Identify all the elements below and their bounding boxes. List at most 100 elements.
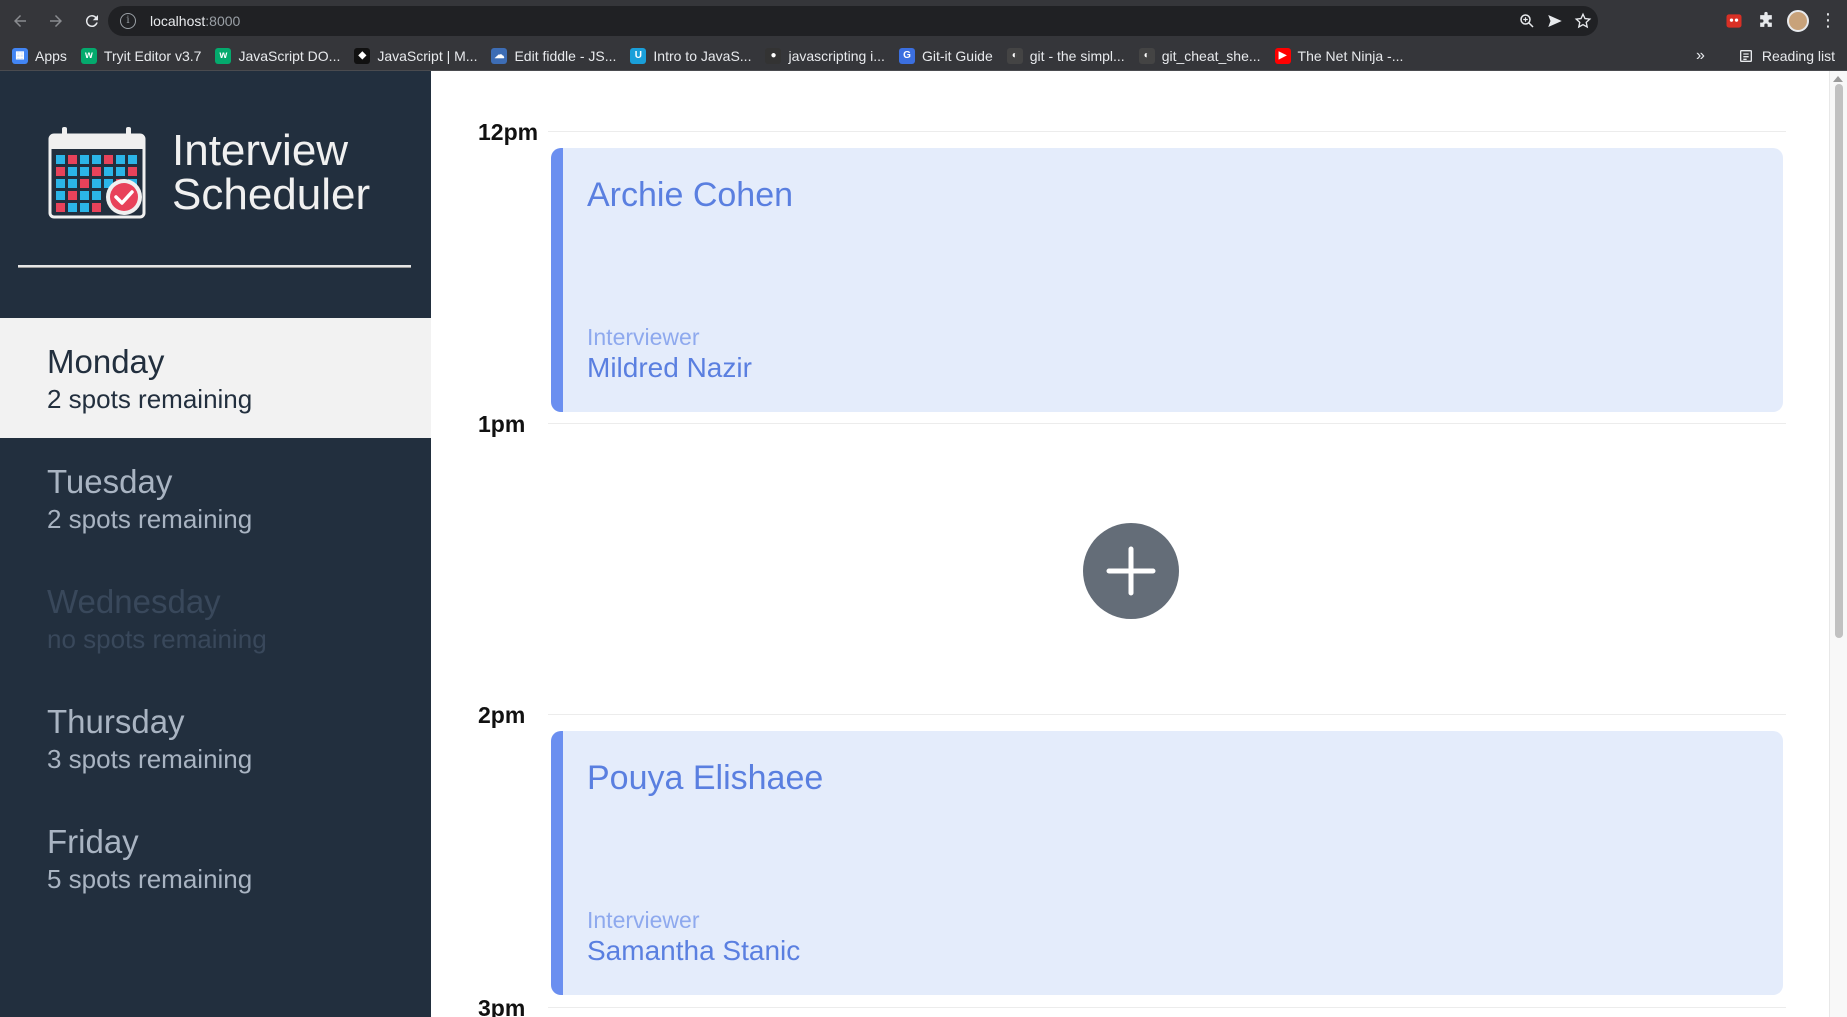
- bookmark-favicon-icon: U: [630, 47, 647, 64]
- time-label: 12pm: [478, 119, 539, 145]
- appointment-card[interactable]: Pouya Elishaee Interviewer Samantha Stan…: [551, 731, 1783, 995]
- arrow-right-icon: [50, 14, 62, 27]
- day-name: Thursday: [47, 703, 185, 740]
- menu-kebab-icon[interactable]: ⋮: [1819, 11, 1837, 30]
- bookmark-label: git_cheat_she...: [1161, 47, 1261, 64]
- interviewer-name: Samantha Stanic: [587, 935, 801, 966]
- reading-list-button[interactable]: Reading list: [1738, 41, 1835, 71]
- bookmark-favicon-icon: ☁: [491, 47, 508, 64]
- omnibox-actions: [1518, 6, 1592, 36]
- bookmarks-overflow-button[interactable]: »: [1696, 41, 1705, 71]
- bookmark-item[interactable]: G Git-it Guide: [898, 42, 1001, 70]
- app-logo: Interview Scheduler: [48, 125, 370, 221]
- bookmark-label: JavaScript | M...: [377, 47, 478, 64]
- time-slot-header: 12pm: [478, 119, 1798, 149]
- bookmark-item[interactable]: U Intro to JavaS...: [630, 42, 759, 70]
- sidebar-divider: [18, 265, 411, 268]
- address-bar[interactable]: i localhost:8000: [108, 6, 1598, 36]
- spots-remaining: 3 spots remaining: [47, 744, 253, 774]
- star-icon[interactable]: [1574, 12, 1592, 30]
- bookmark-item[interactable]: ◆ JavaScript | M...: [354, 42, 485, 70]
- time-divider: [548, 714, 1786, 715]
- bookmark-item[interactable]: ◐ git - the simpl...: [1006, 42, 1133, 70]
- bookmark-item[interactable]: ● javascripting i...: [765, 42, 892, 70]
- day-list: Monday 2 spots remaining Tuesday 2 spots re…: [0, 318, 431, 918]
- bookmark-label: Apps: [35, 47, 67, 64]
- send-icon[interactable]: [1546, 12, 1564, 30]
- browser-toolbar: i localhost:8000 ⋮: [0, 0, 1847, 41]
- day-name: Tuesday: [47, 463, 173, 500]
- bookmark-favicon-icon: G: [898, 47, 915, 64]
- reading-list-icon: [1739, 50, 1752, 62]
- bookmark-label: javascripting i...: [788, 47, 885, 64]
- bookmark-favicon-icon: ▶: [1274, 47, 1291, 64]
- bookmark-label: git - the simpl...: [1029, 47, 1125, 64]
- student-name: Pouya Elishaee: [587, 759, 824, 797]
- arrow-left-icon: [14, 14, 26, 27]
- profile-avatar[interactable]: [1787, 9, 1809, 32]
- back-button[interactable]: [4, 5, 36, 37]
- time-divider: [548, 1007, 1786, 1008]
- time-slot-header: 1pm: [478, 411, 1798, 441]
- day-item-wednesday[interactable]: Wednesday no spots remaining: [0, 558, 431, 678]
- day-name: Wednesday: [47, 583, 221, 620]
- bookmark-favicon-icon: w: [80, 47, 97, 64]
- bookmark-favicon-icon: ▦: [12, 47, 28, 64]
- bookmark-label: The Net Ninja -...: [1297, 47, 1404, 64]
- schedule-main: 12pm Archie Cohen Interviewer Mildred Na…: [431, 71, 1829, 1017]
- bookmark-favicon-icon: ◐: [1006, 47, 1023, 64]
- bookmark-label: Tryit Editor v3.7: [103, 47, 202, 64]
- toolbar-extensions: ⋮: [1723, 0, 1847, 41]
- app-title-line-1: Interview: [172, 126, 349, 175]
- day-item-thursday[interactable]: Thursday 3 spots remaining: [0, 678, 431, 798]
- puzzle-icon[interactable]: [1755, 10, 1777, 32]
- bookmark-label: JavaScript DO...: [238, 47, 341, 64]
- bookmark-item[interactable]: ☁ Edit fiddle - JS...: [491, 42, 624, 70]
- bookmark-item[interactable]: w JavaScript DO...: [215, 42, 348, 70]
- interviewer-label: Interviewer: [587, 324, 700, 350]
- bookmark-label: Git-it Guide: [921, 47, 993, 64]
- bookmark-item[interactable]: ▦ Apps: [12, 42, 75, 70]
- reading-list-label: Reading list: [1761, 48, 1835, 64]
- add-appointment-button[interactable]: [1083, 523, 1179, 619]
- calendar-logo-icon: [48, 127, 146, 219]
- plus-icon: [1106, 546, 1156, 596]
- scroll-up-arrow-icon[interactable]: [1833, 76, 1843, 82]
- day-item-tuesday[interactable]: Tuesday 2 spots remaining: [0, 438, 431, 558]
- day-item-monday[interactable]: Monday 2 spots remaining: [0, 318, 431, 438]
- time-divider: [548, 131, 1786, 132]
- spots-remaining: 2 spots remaining: [47, 384, 253, 414]
- forward-button[interactable]: [40, 5, 72, 37]
- day-item-friday[interactable]: Friday 5 spots remaining: [0, 798, 431, 918]
- zoom-icon[interactable]: [1518, 12, 1536, 30]
- bookmark-item[interactable]: ▶ The Net Ninja -...: [1274, 42, 1412, 70]
- info-icon[interactable]: i: [120, 13, 136, 29]
- interviewer-label: Interviewer: [587, 907, 700, 933]
- spots-remaining: 5 spots remaining: [47, 864, 253, 894]
- sidebar: Interview Scheduler Monday 2 spots remain…: [0, 71, 431, 1017]
- time-label: 2pm: [478, 702, 526, 728]
- day-name: Monday: [47, 343, 165, 380]
- url-port: :8000: [205, 13, 241, 29]
- bookmarks-bar: ▦ Apps w Tryit Editor v3.7 w JavaScript DO...…: [0, 41, 1847, 71]
- time-label: 1pm: [478, 411, 526, 437]
- scrollbar-thumb[interactable]: [1835, 84, 1843, 638]
- appointment-card[interactable]: Archie Cohen Interviewer Mildred Nazir: [551, 148, 1783, 412]
- extension-icon[interactable]: [1723, 10, 1745, 32]
- time-label: 3pm: [478, 995, 526, 1017]
- bookmark-favicon-icon: w: [215, 47, 232, 64]
- spots-remaining: no spots remaining: [47, 624, 267, 654]
- bookmark-item[interactable]: w Tryit Editor v3.7: [80, 42, 210, 70]
- reload-icon: [85, 14, 98, 27]
- time-divider: [548, 423, 1786, 424]
- time-slot-header: 3pm: [478, 995, 1798, 1017]
- app-title-line-2: Scheduler: [172, 170, 371, 219]
- reload-button[interactable]: [76, 5, 108, 37]
- bookmark-favicon-icon: ◆: [354, 47, 371, 64]
- day-name: Friday: [47, 823, 139, 860]
- bookmark-favicon-icon: ◐: [1138, 47, 1155, 64]
- time-slot-header: 2pm: [478, 702, 1798, 732]
- bookmark-label: Intro to JavaS...: [653, 47, 752, 64]
- bookmark-item[interactable]: ◐ git_cheat_she...: [1138, 42, 1269, 70]
- interviewer-name: Mildred Nazir: [587, 352, 752, 383]
